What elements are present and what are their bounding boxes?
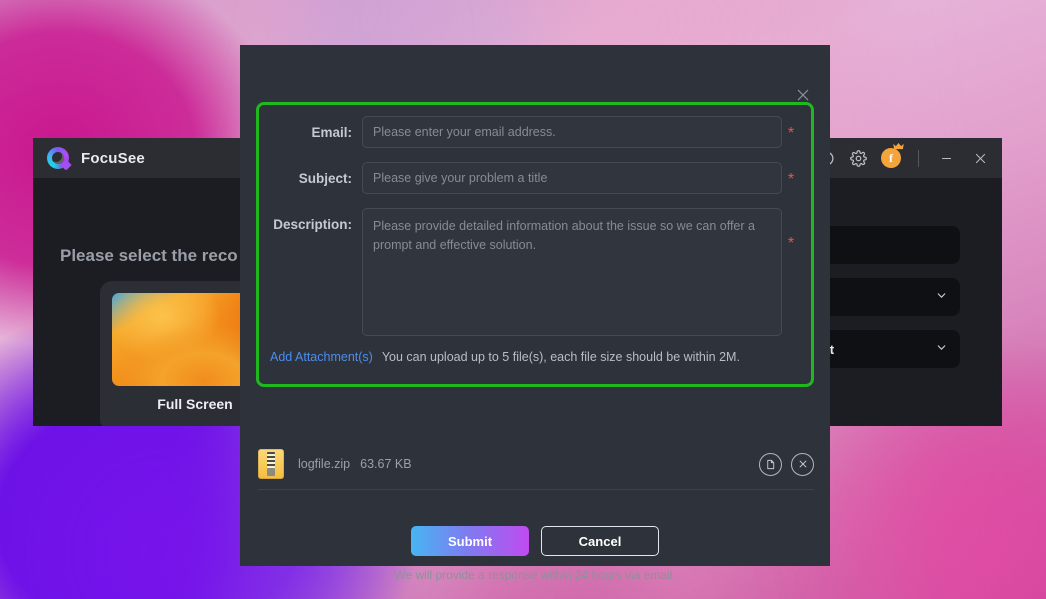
attachment-file-size: 63.67 KB: [360, 457, 412, 471]
modal-footer-buttons: Submit Cancel: [240, 526, 830, 556]
focusee-logo-icon: [47, 147, 69, 169]
remove-circle-icon[interactable]: [791, 452, 814, 476]
attachment-actions: [759, 452, 814, 476]
form-highlight-box: [256, 102, 814, 387]
document-preview-icon[interactable]: [759, 452, 782, 476]
zip-pull-tab: [267, 468, 275, 476]
screen: FocuSee f Please select the reco Full Sc…: [0, 0, 1046, 599]
submit-button[interactable]: Submit: [411, 526, 529, 556]
zip-file-icon: [258, 449, 284, 479]
crown-icon: [893, 143, 904, 150]
minimize-button[interactable]: [936, 148, 956, 168]
attachment-file-name: logfile.zip: [298, 457, 351, 471]
premium-crown-badge-icon[interactable]: f: [881, 143, 904, 168]
settings-gear-icon[interactable]: [849, 149, 867, 167]
attachment-list-item: logfile.zip 63.67 KB: [258, 443, 814, 485]
titlebar-divider: [918, 149, 919, 167]
recording-mode-prompt: Please select the reco: [60, 246, 238, 265]
zip-teeth: [267, 452, 275, 468]
cancel-button[interactable]: Cancel: [541, 526, 659, 556]
modal-divider: [258, 489, 814, 490]
crown-badge-letter: f: [889, 150, 893, 165]
app-title: FocuSee: [81, 149, 145, 167]
modal-footer-note: We will provide a response within 24 hou…: [394, 568, 676, 582]
chevron-down-icon: [927, 341, 948, 357]
feedback-modal: Feedback Email: * Subject: * Description…: [240, 45, 830, 582]
chevron-down-icon: [927, 289, 948, 305]
app-close-button[interactable]: [970, 148, 990, 168]
